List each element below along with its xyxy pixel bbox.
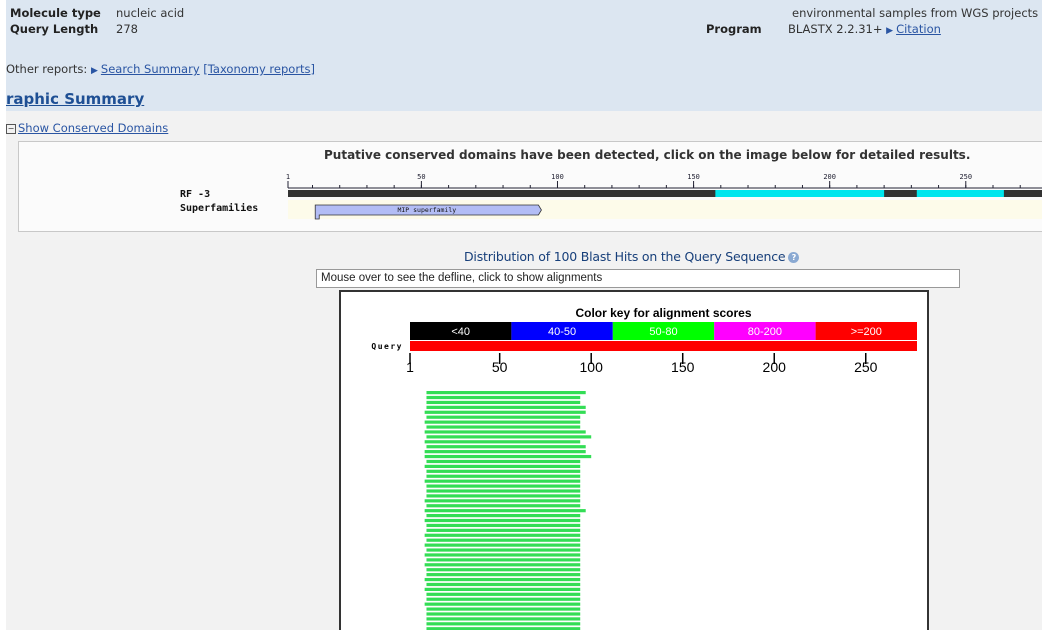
color-key-label: <40 (451, 326, 470, 338)
reading-frame-hit-segment[interactable] (715, 190, 885, 197)
reading-frame-hit-segment[interactable] (916, 190, 1004, 197)
defline-box: Mouse over to see the defline, click to … (316, 269, 960, 288)
blast-results-page: Molecule type nucleic acid Query Length 27… (6, 0, 1042, 630)
hit-bar[interactable] (426, 548, 581, 552)
axis-tick-label: 150 (671, 359, 695, 375)
hit-bar[interactable] (426, 484, 581, 488)
axis-tick-label: 100 (580, 359, 604, 375)
hit-bar[interactable] (426, 489, 581, 493)
hit-bar[interactable] (426, 435, 592, 439)
hit-bar[interactable] (426, 400, 581, 405)
hit-bar[interactable] (424, 602, 581, 606)
axis-tick-label: 200 (763, 359, 787, 375)
ruler-tick-label: 50 (417, 173, 425, 181)
hit-bar[interactable] (426, 523, 581, 528)
distribution-title-text: Distribution of 100 Blast Hits on the Qu… (464, 249, 786, 264)
hit-bar[interactable] (426, 391, 586, 395)
hit-bar[interactable] (424, 518, 581, 523)
hit-bar[interactable] (426, 538, 581, 542)
hit-bar[interactable] (426, 607, 581, 611)
color-key-label: 80-200 (748, 326, 782, 338)
hit-bar[interactable] (424, 464, 581, 468)
conserved-domains-image[interactable]: 1 50 100 150 200 250MIP superfamily (6, 0, 1042, 240)
hit-bar[interactable] (424, 587, 581, 591)
hit-bar[interactable] (424, 543, 581, 547)
hit-bar[interactable] (426, 469, 581, 473)
hit-bar[interactable] (426, 617, 581, 621)
hit-bar[interactable] (426, 415, 581, 419)
hit-bar[interactable] (424, 440, 581, 444)
hit-bar[interactable] (424, 454, 592, 459)
hit-bar[interactable] (424, 533, 581, 537)
help-icon[interactable]: ? (788, 252, 800, 263)
hit-bar[interactable] (424, 450, 586, 454)
hit-bar[interactable] (426, 597, 581, 601)
axis-tick-label: 250 (854, 359, 878, 375)
blast-hits-canvas[interactable]: Color key for alignment scores <40 40-50 50… (341, 292, 927, 630)
color-key-title: Color key for alignment scores (575, 306, 751, 320)
distribution-title: Distribution of 100 Blast Hits on the Qu… (464, 249, 800, 264)
hit-bar[interactable] (424, 553, 581, 557)
axis-tick-label: 1 (406, 359, 414, 375)
hit-bar[interactable] (426, 528, 581, 532)
color-key-label: 50-80 (649, 326, 677, 338)
color-key-label: >=200 (851, 326, 882, 338)
ruler-tick-label: 250 (959, 173, 972, 181)
hit-bar[interactable] (426, 514, 581, 518)
hit-bar[interactable] (426, 592, 581, 596)
hit-bar[interactable] (426, 395, 581, 400)
hit-bar[interactable] (426, 504, 581, 508)
hit-bar[interactable] (426, 459, 581, 464)
axis-tick-label: 50 (492, 359, 508, 375)
hit-bar[interactable] (424, 430, 586, 434)
hit-bar[interactable] (426, 474, 581, 478)
hit-bar[interactable] (424, 577, 581, 582)
hit-bar[interactable] (426, 558, 581, 562)
color-key-label: 40-50 (548, 326, 576, 338)
hit-bar[interactable] (424, 499, 581, 503)
hit-bar[interactable] (426, 612, 581, 616)
hit-bar[interactable] (426, 568, 581, 572)
mip-superfamily-label: MIP superfamily (397, 206, 456, 214)
ruler-tick-label: 200 (823, 173, 836, 181)
ruler-tick-label: 1 (286, 173, 290, 181)
hit-bar[interactable] (426, 622, 581, 626)
hit-bar[interactable] (424, 509, 586, 513)
hit-bar[interactable] (426, 582, 581, 587)
hit-bar[interactable] (426, 405, 586, 409)
ruler-tick-label: 100 (551, 173, 564, 181)
hit-bar[interactable] (426, 573, 581, 577)
hit-bar[interactable] (426, 445, 586, 449)
ruler-tick-label: 150 (687, 173, 700, 181)
query-label: Query (371, 342, 403, 351)
hit-bar[interactable] (424, 479, 581, 483)
hit-bar[interactable] (424, 410, 586, 414)
hit-bar[interactable] (426, 425, 581, 429)
query-bar (410, 341, 917, 351)
hit-bar[interactable] (424, 563, 581, 567)
blast-hits-graphic[interactable]: Color key for alignment scores <40 40-50 50… (339, 290, 929, 630)
hit-bar[interactable] (424, 420, 581, 424)
hit-bar[interactable] (426, 494, 581, 498)
